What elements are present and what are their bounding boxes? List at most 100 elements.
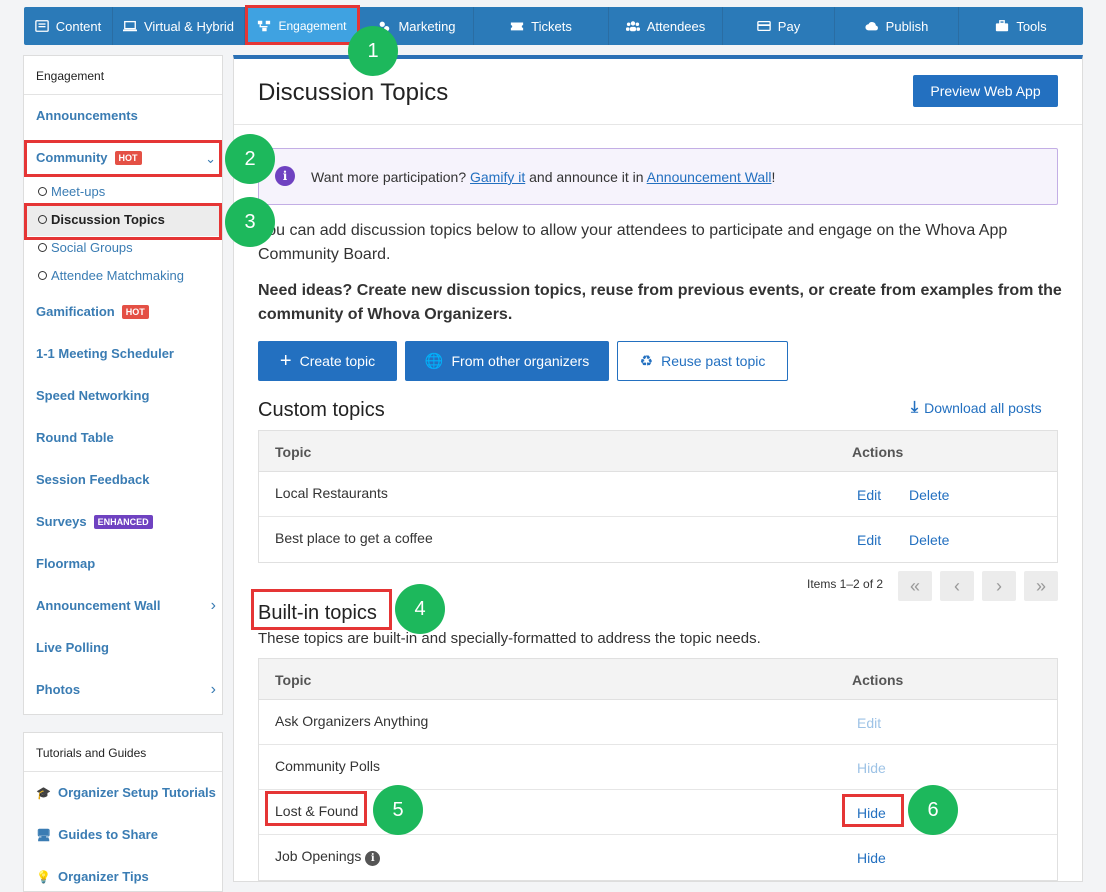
sidebar-subitem-social-groups[interactable]: Social Groups — [38, 240, 133, 255]
next-page-button[interactable]: › — [982, 571, 1016, 601]
topic-name: Best place to get a coffee — [275, 530, 433, 546]
chevron-right-icon[interactable]: › — [211, 681, 216, 699]
highlight-engagement-tab — [245, 5, 360, 45]
tutorial-item-setup[interactable]: 🎓 Organizer Setup Tutorials — [36, 785, 216, 800]
topic-name: Community Polls — [275, 758, 381, 774]
sidebar-item-label: Live Polling — [36, 640, 109, 655]
sidebar-item-label: Announcement Wall — [36, 598, 161, 613]
info-icon[interactable]: i — [365, 851, 381, 866]
highlight-community — [24, 140, 222, 177]
step-marker: 5 — [373, 785, 423, 835]
tab-virtual-hybrid[interactable]: Virtual & Hybrid — [113, 7, 245, 45]
tab-publish[interactable]: Publish — [835, 7, 959, 45]
tab-label: Tools — [1016, 18, 1047, 34]
hide-button[interactable]: Hide — [857, 850, 886, 866]
delete-button[interactable]: Delete — [909, 487, 949, 503]
enhanced-badge: ENHANCED — [93, 514, 153, 529]
tab-label: Virtual & Hybrid — [143, 18, 235, 34]
topic-name: Local Restaurants — [275, 485, 388, 501]
tab-content[interactable]: Content — [24, 7, 113, 45]
table-header: Topic Actions — [259, 659, 1057, 700]
download-icon: ⤓ — [911, 399, 919, 416]
tab-label: Tickets — [531, 18, 572, 34]
edit-button[interactable]: Edit — [857, 487, 881, 503]
sidebar-item-announcement-wall[interactable]: Announcement Wall — [36, 598, 160, 613]
header-divider — [234, 124, 1082, 125]
prev-page-button[interactable]: ‹ — [940, 571, 974, 601]
table-header: Topic Actions — [259, 431, 1057, 472]
tab-tools[interactable]: Tools — [959, 7, 1083, 45]
table-row: Job Openings i Hide — [259, 835, 1057, 880]
tab-tickets[interactable]: Tickets — [474, 7, 609, 45]
reuse-past-topic-button[interactable]: ♻ Reuse past topic — [617, 341, 788, 381]
content-icon — [34, 20, 49, 32]
step-marker: 4 — [395, 584, 445, 634]
tutorial-item-guides[interactable]: 🖥 Guides to Share — [36, 827, 158, 842]
from-other-organizers-button[interactable]: 🌐 From other organizers — [405, 341, 609, 381]
tutorial-label: Organizer Setup Tutorials — [57, 785, 216, 800]
announcement-wall-link[interactable]: Announcement Wall — [647, 169, 772, 185]
delete-button[interactable]: Delete — [909, 532, 949, 548]
sidebar-item-speed-networking[interactable]: Speed Networking — [36, 388, 149, 403]
sidebar-item-label: Photos — [36, 682, 81, 697]
tab-attendees[interactable]: Attendees — [609, 7, 723, 45]
step-marker: 3 — [225, 197, 275, 247]
circle-icon — [38, 271, 47, 280]
intro-text: You can add discussion topics below to a… — [258, 222, 1008, 263]
monitor-icon — [122, 20, 137, 32]
sidebar-item-live-polling[interactable]: Live Polling — [36, 640, 109, 655]
top-navigation: Content Virtual & Hybrid Engagement Mark… — [24, 7, 1083, 45]
sidebar-subitem-label: Meet-ups — [51, 184, 106, 199]
tab-pay[interactable]: Pay — [723, 7, 835, 45]
sidebar-item-meeting-scheduler[interactable]: 1-1 Meeting Scheduler — [36, 346, 174, 361]
topic-name: Ask Organizers Anything — [275, 713, 429, 729]
chevron-right-icon[interactable]: › — [211, 597, 216, 615]
sidebar-item-gamification[interactable]: Gamification HOT — [36, 304, 149, 319]
column-header-topic: Topic — [275, 444, 312, 460]
table-row: Local Restaurants Edit Delete — [259, 472, 1057, 517]
sidebar-item-label: Gamification — [36, 304, 115, 319]
create-topic-button[interactable]: + Create topic — [258, 341, 397, 381]
first-page-button[interactable]: « — [898, 571, 932, 601]
card-icon — [757, 20, 771, 32]
gamify-link[interactable]: Gamify it — [470, 169, 525, 185]
sidebar-item-surveys[interactable]: Surveys ENHANCED — [36, 514, 153, 529]
lightbulb-icon: 💡 — [36, 869, 51, 884]
column-header-actions: Actions — [852, 444, 904, 460]
info-icon: i — [275, 166, 295, 186]
last-page-button[interactable]: » — [1024, 571, 1058, 601]
main-panel: Discussion Topics Preview Web App i Want… — [233, 55, 1083, 882]
circle-icon — [38, 187, 47, 196]
column-header-actions: Actions — [852, 672, 904, 688]
sidebar-item-round-table[interactable]: Round Table — [36, 430, 114, 445]
sidebar-item-photos[interactable]: Photos — [36, 682, 80, 697]
hot-badge: HOT — [121, 304, 149, 319]
tab-label: Publish — [885, 18, 929, 34]
download-all-posts-link[interactable]: ⤓ Download all posts — [911, 399, 1042, 417]
notice-text: Want more participation? Gamify it and a… — [311, 169, 775, 185]
table-row: Ask Organizers Anything Edit — [259, 700, 1057, 745]
highlight-discussion-topics — [24, 203, 222, 240]
sidebar-item-label: Surveys — [36, 514, 87, 529]
sidebar-subitem-attendee-matchmaking[interactable]: Attendee Matchmaking — [38, 268, 184, 283]
tab-label: Content — [55, 18, 102, 34]
sidebar-subitem-meetups[interactable]: Meet-ups — [38, 184, 105, 199]
globe-icon: 🌐 — [424, 353, 444, 370]
edit-button[interactable]: Edit — [857, 715, 881, 731]
download-label: Download all posts — [924, 400, 1042, 416]
preview-web-app-button[interactable]: Preview Web App — [913, 75, 1058, 107]
hide-button[interactable]: Hide — [857, 760, 886, 776]
sidebar-item-floormap[interactable]: Floormap — [36, 556, 95, 571]
highlight-lost-found — [265, 791, 367, 826]
sidebar-title: Tutorials and Guides — [24, 733, 222, 772]
sidebar-item-label: Speed Networking — [36, 388, 150, 403]
tab-label: Attendees — [646, 18, 706, 34]
attendees-icon — [625, 21, 640, 32]
edit-button[interactable]: Edit — [857, 532, 881, 548]
notice-middle: and announce it in — [525, 169, 647, 185]
sidebar-item-session-feedback[interactable]: Session Feedback — [36, 472, 149, 487]
sidebar-item-announcements[interactable]: Announcements — [36, 108, 138, 123]
sidebar-title: Engagement — [24, 56, 222, 95]
sidebar-item-label: Session Feedback — [36, 472, 150, 487]
highlight-built-in-topics — [251, 589, 392, 630]
